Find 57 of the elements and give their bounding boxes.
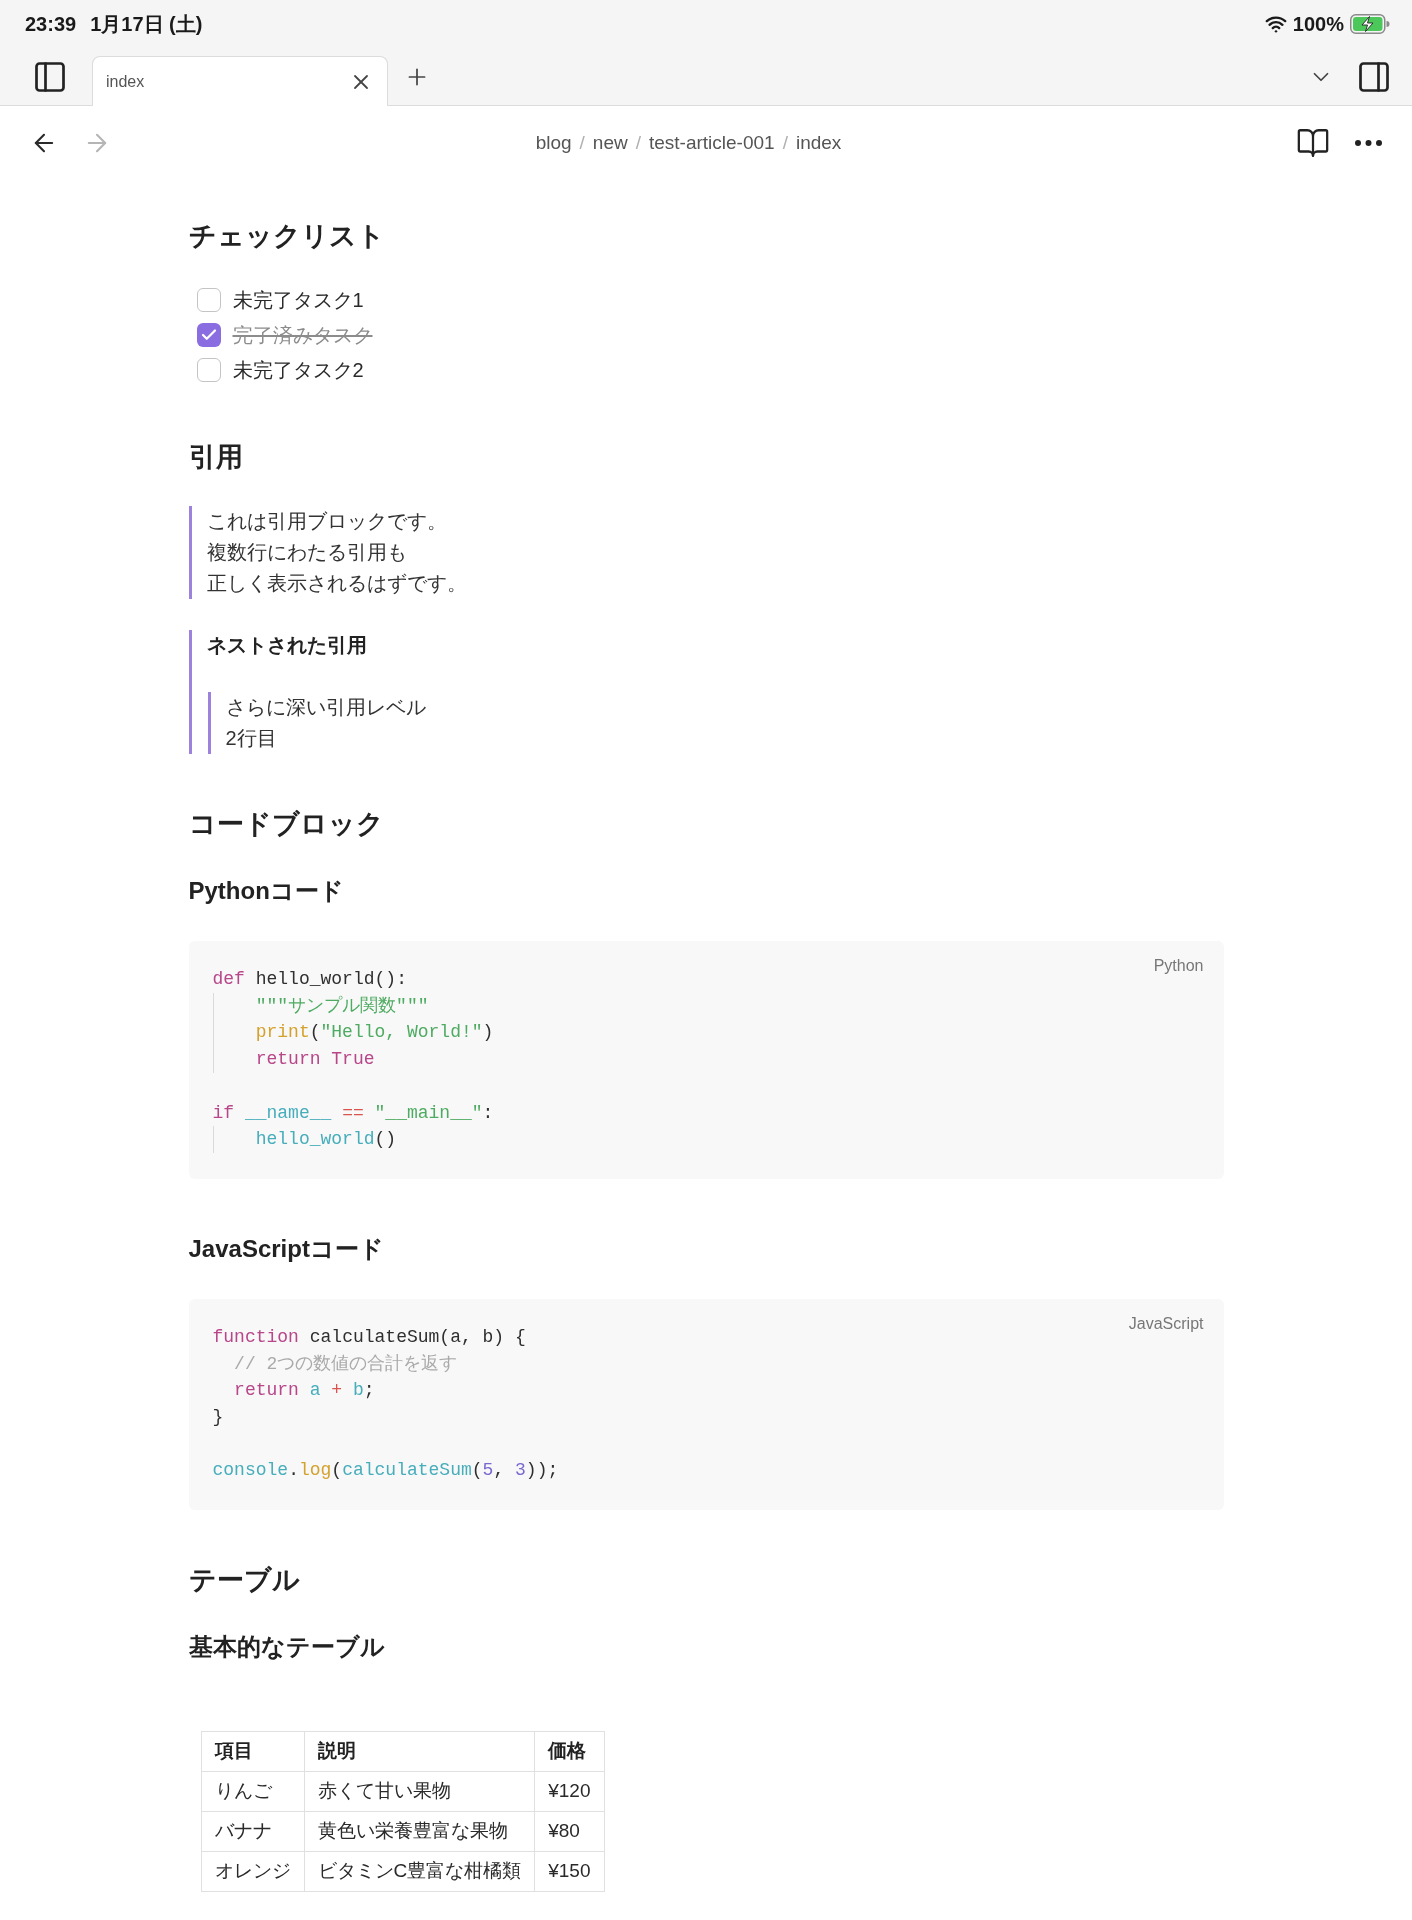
table-cell: ビタミンC豊富な柑橘類: [304, 1851, 535, 1892]
more-icon: [1354, 140, 1382, 146]
subsection-heading: Pythonコード: [188, 876, 344, 906]
section-heading: テーブル: [188, 1564, 300, 1598]
breadcrumb-separator: /: [782, 130, 788, 155]
code-line: // 2つの数値の合計を返す: [233, 1352, 458, 1376]
section-heading: 引用: [188, 441, 243, 474]
code-language-label: JavaScript: [1128, 1313, 1204, 1334]
battery-charging-icon: [1350, 14, 1390, 34]
code-line: if __name__ == "__main__":: [212, 1101, 494, 1125]
table-cell: ¥80: [534, 1811, 604, 1852]
section-heading: コードブロック: [188, 808, 384, 841]
table-header-cell: 説明: [304, 1731, 535, 1772]
table-cell: りんご: [201, 1771, 304, 1812]
breadcrumb-link[interactable]: index: [795, 128, 842, 158]
task-label: 未完了タスク1: [232, 287, 364, 313]
quote-text: これは引用ブロックです。 複数行にわたる引用も 正しく表示されるはずです。: [206, 509, 467, 596]
table-cell: ¥150: [534, 1851, 604, 1892]
table-header-cell: 価格: [534, 1731, 604, 1772]
table-cell: オレンジ: [201, 1851, 304, 1892]
breadcrumb-separator: /: [579, 130, 585, 155]
table-cell: 赤くて甘い果物: [304, 1771, 535, 1812]
battery-percent: 100%: [1292, 12, 1344, 37]
code-line: }: [212, 1406, 224, 1429]
section-heading: チェックリスト: [188, 220, 385, 253]
breadcrumb-separator: /: [635, 130, 641, 155]
quote-title: ネストされた引用: [206, 633, 367, 658]
code-line: print("Hello, World!"): [212, 1019, 494, 1047]
task-label: 未完了タスク2: [232, 357, 364, 383]
quote-text: さらに深い引用レベル 2行目: [225, 695, 426, 751]
code-line: def hello_world():: [212, 968, 407, 991]
code-language-label: Python: [1153, 956, 1204, 976]
task-checkbox[interactable]: [196, 322, 221, 347]
table-cell: バナナ: [201, 1811, 304, 1852]
browser-tab[interactable]: index: [92, 56, 388, 106]
task-label: 完了済みタスク: [232, 322, 373, 348]
table-cell: 黄色い栄養豊富な果物: [304, 1811, 535, 1852]
status-date: 1月17日 (土): [90, 12, 203, 37]
table-cell: ¥120: [534, 1771, 604, 1812]
wifi-icon: [1264, 13, 1287, 35]
subsection-heading: JavaScriptコード: [188, 1233, 384, 1264]
task-checkbox[interactable]: [196, 287, 221, 312]
book-icon: [1296, 126, 1330, 160]
code-line: """サンプル関数""": [212, 992, 429, 1020]
reader-button[interactable]: [1296, 126, 1330, 160]
code-line: return True: [212, 1046, 375, 1073]
task-checkbox[interactable]: [196, 357, 221, 382]
breadcrumb-link[interactable]: blog: [535, 128, 572, 158]
code-line: hello_world(): [212, 1126, 397, 1153]
subsection-heading: 基本的なテーブル: [188, 1632, 385, 1663]
breadcrumb-link[interactable]: new: [592, 128, 628, 158]
table-header-cell: 項目: [201, 1731, 304, 1772]
status-time: 23:39: [25, 12, 77, 37]
code-line: return a + b;: [233, 1379, 375, 1403]
code-line: console.log(calculateSum(5, 3));: [212, 1459, 559, 1483]
breadcrumb-link[interactable]: test-article-001: [649, 128, 775, 158]
code-line: function calculateSum(a, b) {: [212, 1325, 526, 1349]
